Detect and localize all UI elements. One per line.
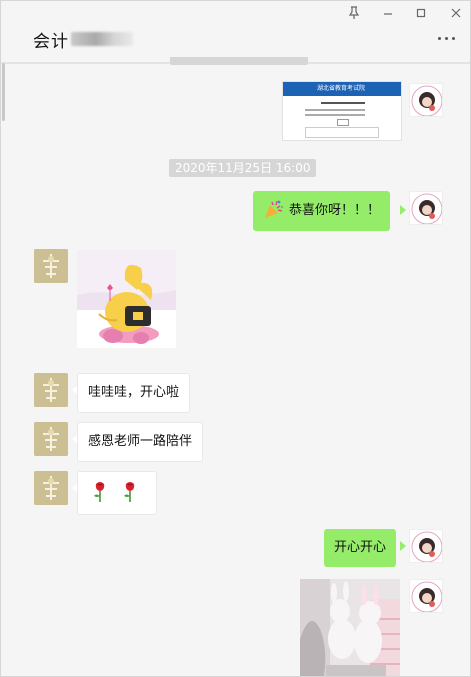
message-bubble-other[interactable]: 感恩老师一路陪伴 <box>77 422 204 462</box>
message-text: 哇哇哇，开心啦 <box>88 385 180 400</box>
avatar-other[interactable] <box>34 422 68 456</box>
bubble-tail <box>400 205 406 215</box>
image-message-webpage[interactable]: 湖北省教育考试院 <box>282 81 402 141</box>
avatar-other[interactable] <box>34 373 68 407</box>
timestamp-partial-strip <box>170 57 308 63</box>
minimize-icon[interactable] <box>378 6 398 22</box>
scrollbar[interactable] <box>2 63 5 121</box>
party-popper-icon <box>263 198 285 220</box>
bubble-tail <box>400 541 406 551</box>
webpage-line <box>305 114 365 116</box>
close-icon[interactable] <box>446 6 466 22</box>
image-message-photo[interactable] <box>300 579 400 676</box>
timestamp: 2020年11月25日 16:00 <box>169 159 317 177</box>
avatar-other[interactable] <box>34 471 68 505</box>
avatar-self[interactable] <box>409 83 443 117</box>
pin-icon[interactable] <box>344 6 364 22</box>
webpage-table <box>305 127 379 138</box>
blurred-name-overlay <box>71 32 133 46</box>
message-bubble-other[interactable] <box>77 471 157 515</box>
webpage-header-title: 湖北省教育考试院 <box>317 85 366 92</box>
webpage-button <box>337 119 349 126</box>
chat-window: 会计 2020年11月25日 16:00 会计 <box>0 0 471 677</box>
message-text: 感恩老师一路陪伴 <box>88 434 193 449</box>
rose-icon <box>92 481 108 510</box>
sticker-message[interactable] <box>77 250 176 348</box>
avatar-self[interactable] <box>409 191 443 225</box>
more-dots-icon[interactable] <box>436 33 458 45</box>
avatar-self[interactable] <box>409 579 443 613</box>
webpage-line <box>305 109 365 111</box>
maximize-icon[interactable] <box>411 6 431 22</box>
avatar-other[interactable] <box>34 249 68 283</box>
message-bubble-other[interactable]: 哇哇哇，开心啦 <box>77 373 191 413</box>
chat-title-overlay: 会计 <box>33 32 69 52</box>
message-text: 开心开心 <box>334 540 387 555</box>
webpage-line <box>321 102 365 104</box>
avatar-self[interactable] <box>409 529 443 563</box>
rose-icon <box>122 481 138 510</box>
message-bubble-self[interactable]: 开心开心 <box>324 529 397 567</box>
message-text: 恭喜你呀！！！ <box>289 203 381 218</box>
